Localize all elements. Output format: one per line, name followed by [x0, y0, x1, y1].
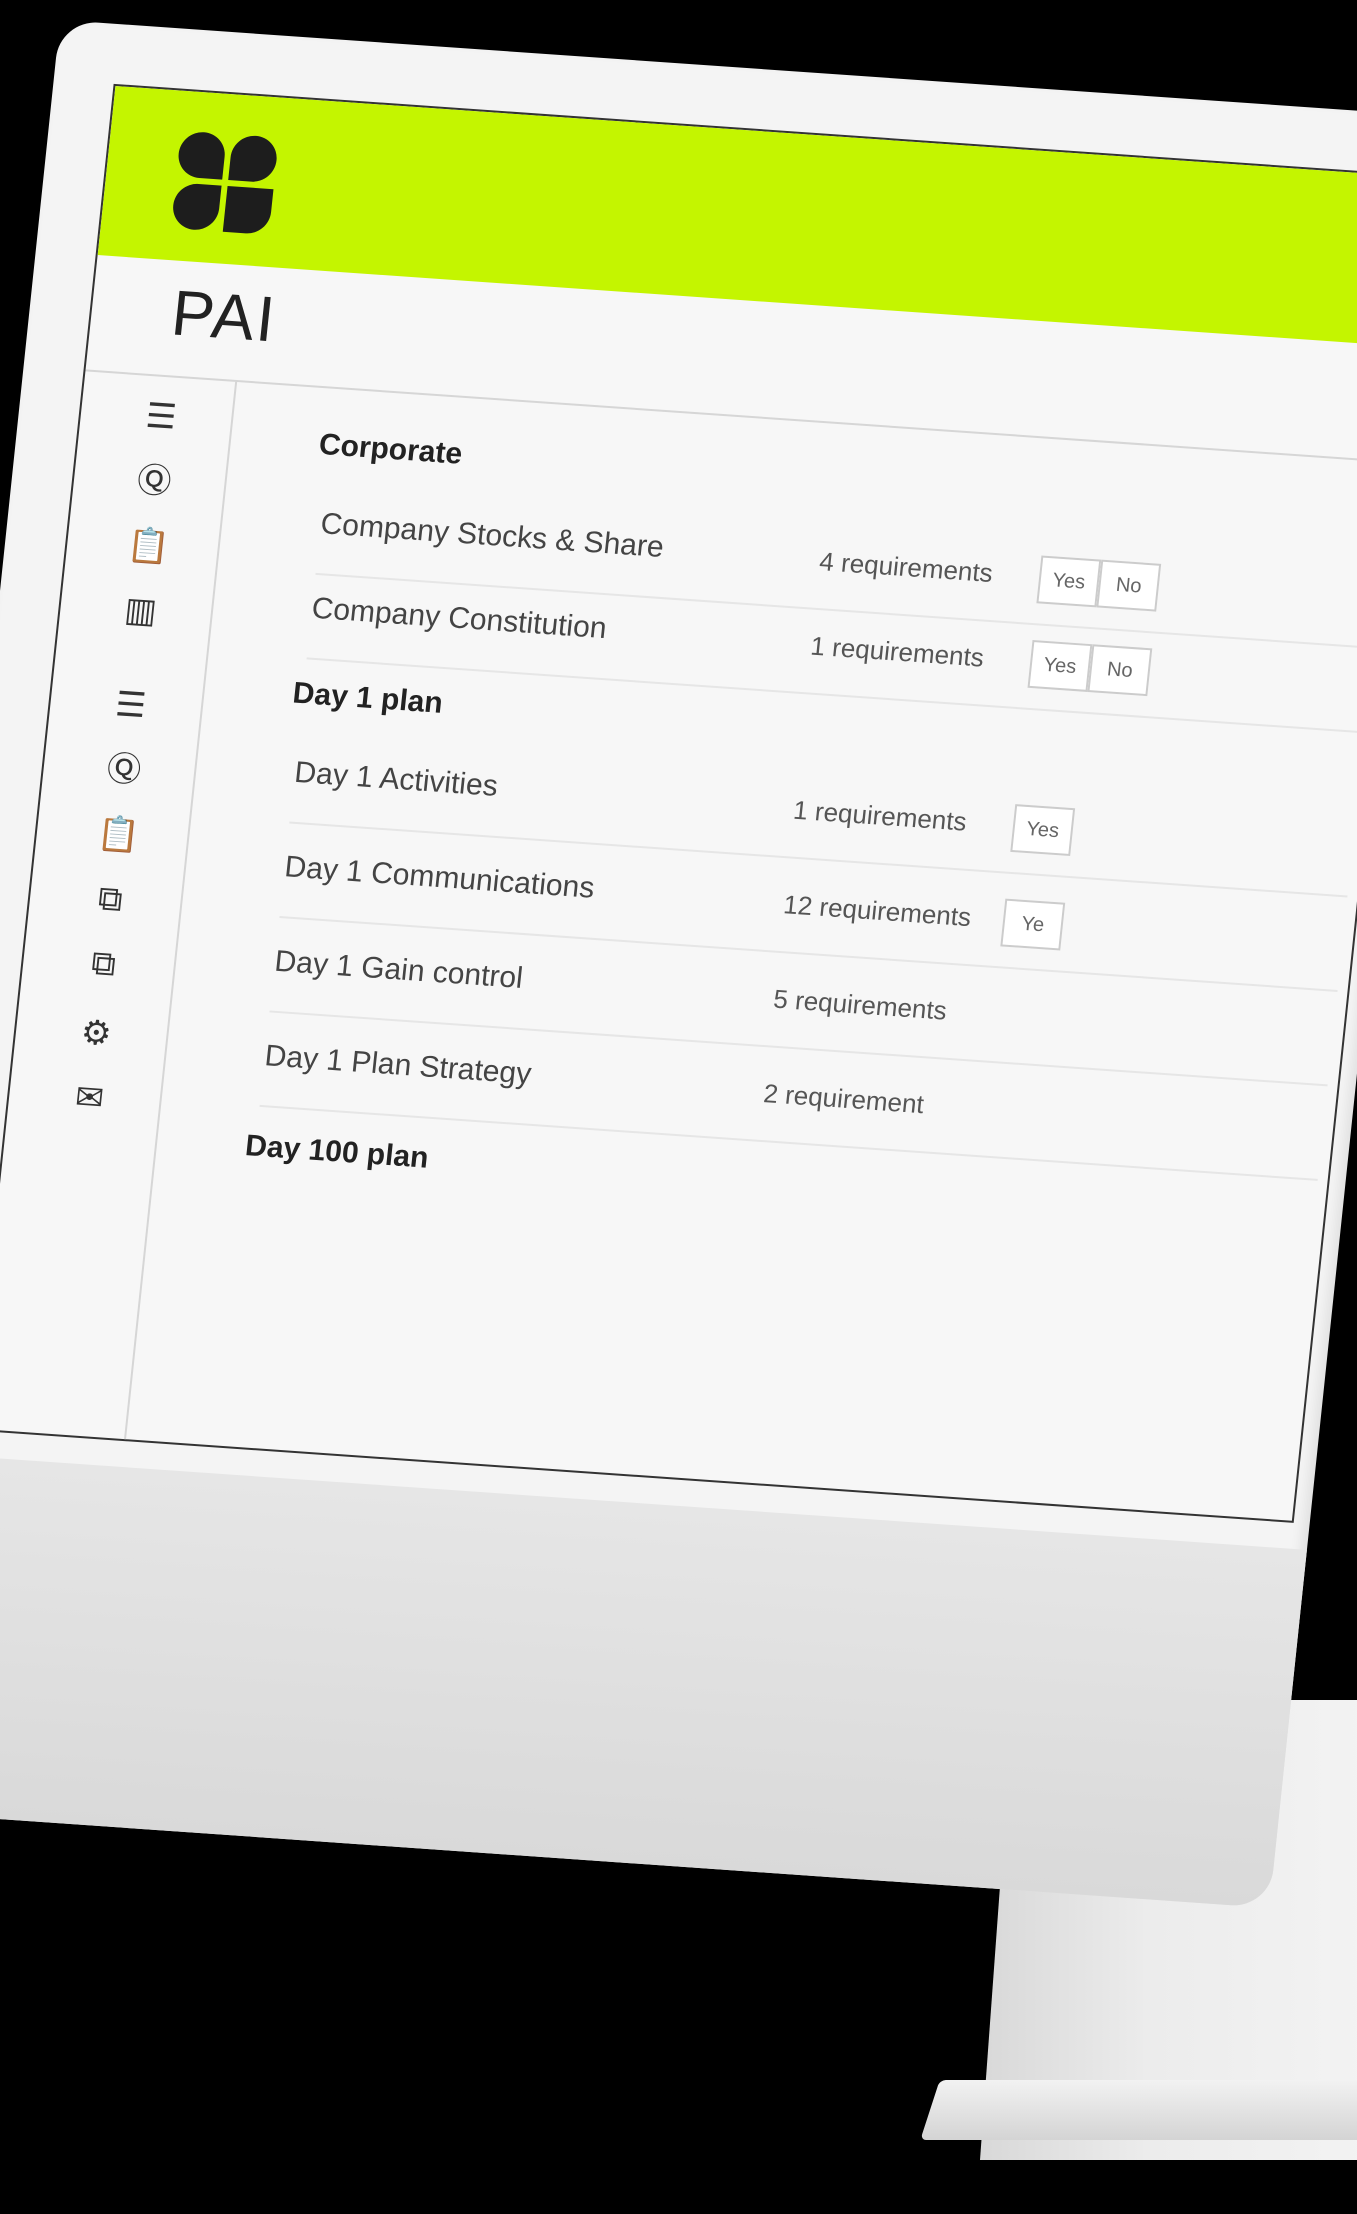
bar-chart-icon[interactable]: ▥ [119, 589, 163, 632]
row-requirements: 4 requirements [818, 546, 995, 589]
row-label: Day 1 Activities [292, 755, 500, 803]
document-list-icon[interactable]: ☰ [139, 395, 183, 438]
row-requirements: 5 requirements [772, 983, 949, 1026]
no-button[interactable]: No [1096, 559, 1162, 612]
monitor-mockup: PAI ☰ Ⓠ 📋 ▥ ☰ Ⓠ 📋 ⧉ ⧉ ⚙ ✉ Corporate Comp… [0, 0, 1357, 2214]
row-requirements: 2 requirement [762, 1078, 926, 1120]
no-button[interactable]: No [1087, 644, 1153, 697]
row-label: Day 1 Gain control [273, 944, 525, 995]
row-requirements: 1 requirements [809, 630, 986, 673]
app-title: PAI [168, 276, 281, 356]
row-label: Company Stocks & Share [319, 507, 666, 565]
user-cards-icon[interactable]: ⧉ [82, 942, 126, 985]
section-title: Corporate [317, 427, 464, 471]
monitor-stand-foot [920, 2080, 1357, 2140]
app-screen: PAI ☰ Ⓠ 📋 ▥ ☰ Ⓠ 📋 ⧉ ⧉ ⚙ ✉ Corporate Comp… [0, 83, 1357, 1523]
section-title: Day 100 plan [243, 1129, 431, 1175]
yes-button[interactable]: Yes [1036, 555, 1102, 608]
row-label: Company Constitution [310, 591, 609, 646]
row-label: Day 1 Communications [282, 850, 597, 905]
row-label: Day 1 Plan Strategy [263, 1039, 533, 1091]
yes-button[interactable]: Yes [1010, 804, 1076, 857]
requirements-list: Corporate Company Stocks & Share 4 requi… [120, 382, 1357, 1523]
clipboard-list-icon[interactable]: 📋 [125, 525, 172, 568]
clipboard-list-icon[interactable]: 📋 [95, 813, 141, 856]
app-logo[interactable] [170, 130, 281, 237]
question-chat-icon[interactable]: Ⓠ [132, 460, 176, 503]
yes-button[interactable]: Ye [1000, 898, 1066, 951]
user-card-icon[interactable]: ⧉ [88, 878, 132, 921]
row-requirements: 1 requirements [791, 794, 969, 837]
document-list-icon[interactable]: ☰ [109, 684, 153, 727]
yes-button[interactable]: Yes [1027, 640, 1093, 692]
mail-icon[interactable]: ✉ [67, 1077, 111, 1120]
row-requirements: 12 requirements [781, 889, 973, 933]
question-chat-icon[interactable]: Ⓠ [102, 749, 146, 792]
section-title: Day 1 plan [291, 676, 445, 720]
gear-icon[interactable]: ⚙ [74, 1012, 118, 1055]
monitor-body: PAI ☰ Ⓠ 📋 ▥ ☰ Ⓠ 📋 ⧉ ⧉ ⚙ ✉ Corporate Comp… [0, 20, 1357, 1929]
